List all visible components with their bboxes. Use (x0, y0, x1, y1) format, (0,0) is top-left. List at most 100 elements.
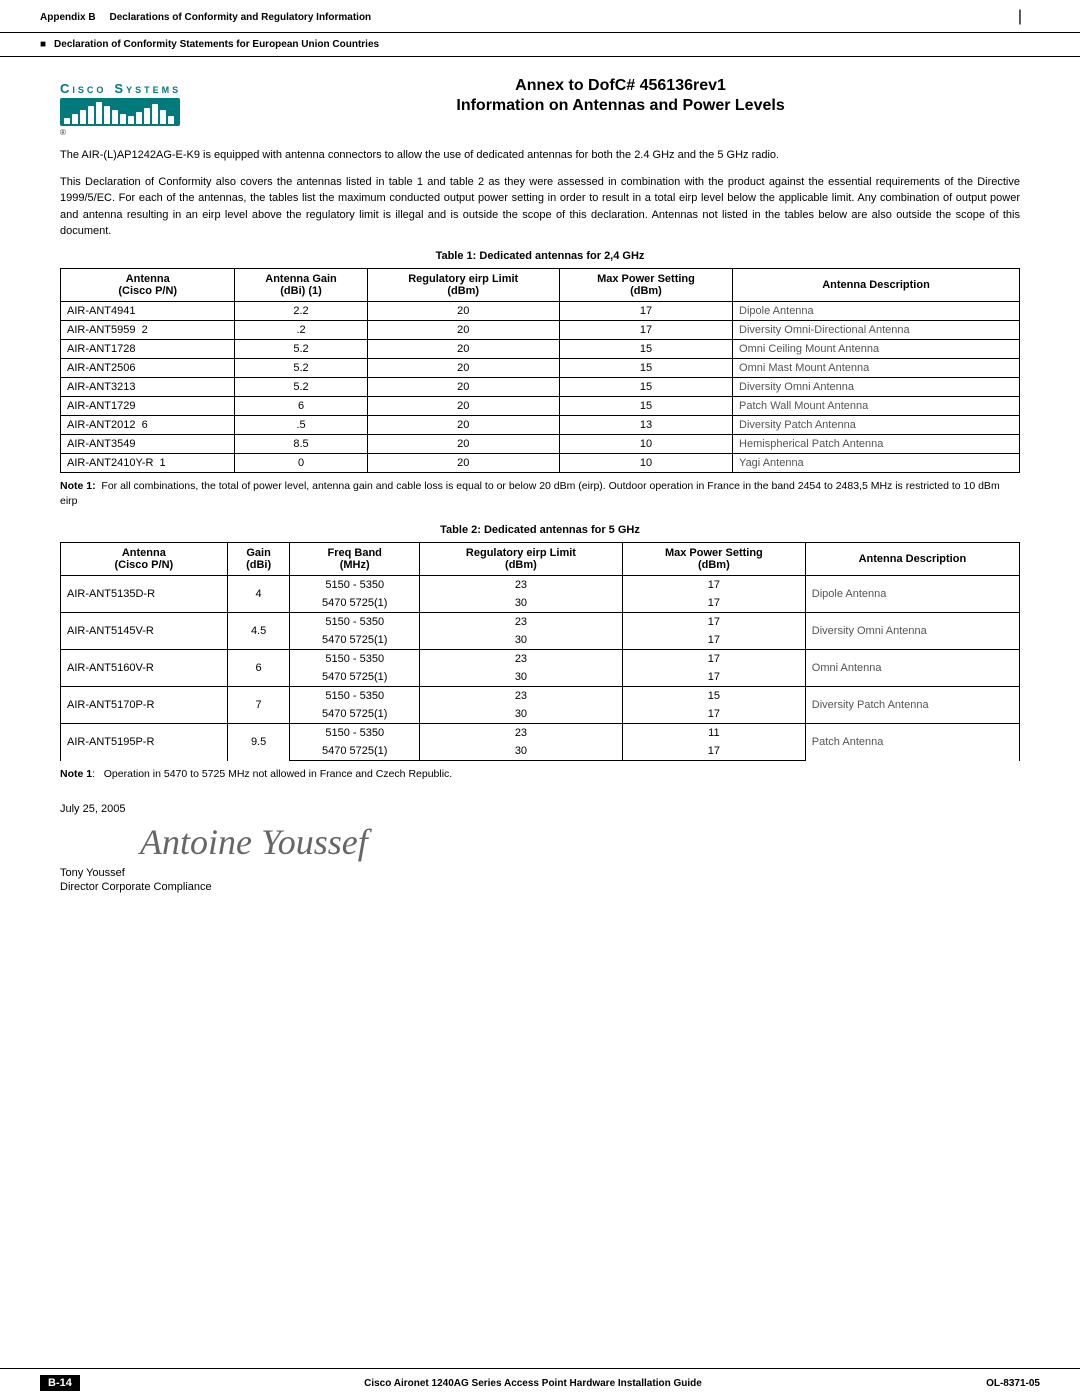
table2-band2: 5470 5725(1) (290, 631, 419, 650)
table2-maxpwr1: 17 (622, 650, 805, 669)
bar13 (160, 110, 166, 124)
table2-gain: 7 (227, 687, 290, 724)
table2-maxpwr2: 17 (622, 631, 805, 650)
annex-title: Annex to DofC# 456136rev1 Information on… (221, 77, 1020, 115)
table2-band2: 5470 5725(1) (290, 742, 419, 761)
signature-area: July 25, 2005 Antoine Youssef Tony Youss… (60, 803, 1020, 893)
table2-eirp1: 23 (419, 650, 622, 669)
table2-gain: 6 (227, 650, 290, 687)
table2-band1: 5150 - 5350 (290, 613, 419, 632)
footer-doc-id: OL-8371-05 (986, 1378, 1040, 1389)
table-row: AIR-ANT5195P-R 9.5 5150 - 5350 23 11 Pat… (61, 724, 1020, 743)
annex-line1: Annex to DofC# 456136rev1 (221, 77, 1020, 95)
table1-col5-header: Antenna Description (733, 268, 1020, 301)
bar4 (88, 106, 94, 124)
table1-gain: .5 (235, 415, 367, 434)
table2-col6-header: Antenna Description (805, 543, 1019, 576)
table-row: AIR-ANT1728 5.2 20 15 Omni Ceiling Mount… (61, 339, 1020, 358)
table1-eirp: 20 (367, 415, 559, 434)
table1-col4-header: Max Power Setting (dBm) (559, 268, 732, 301)
table2-band1: 5150 - 5350 (290, 687, 419, 706)
table2-band1: 5150 - 5350 (290, 724, 419, 743)
table2-col3-header: Freq Band (MHz) (290, 543, 419, 576)
table1-gain: .2 (235, 320, 367, 339)
table2-title: Table 2: Dedicated antennas for 5 GHz (60, 524, 1020, 536)
table2-eirp2: 30 (419, 668, 622, 687)
table1-gain: 0 (235, 453, 367, 472)
table2-gain: 4 (227, 576, 290, 613)
table2-maxpwr1: 15 (622, 687, 805, 706)
table2-maxpwr1: 17 (622, 576, 805, 595)
table2-col2-header: Gain (dBi) (227, 543, 290, 576)
table1-desc: Diversity Omni-Directional Antenna (733, 320, 1020, 339)
cisco-bars-graphic (60, 98, 180, 126)
bar9 (128, 116, 134, 124)
table1-gain: 2.2 (235, 301, 367, 320)
table1-eirp: 20 (367, 396, 559, 415)
table1-pn: AIR-ANT2506 (61, 358, 235, 377)
main-content: CISCO SYSTEMS (0, 57, 1080, 993)
bar14 (168, 116, 174, 124)
header-divider: | (1000, 8, 1040, 26)
table1-note: Note 1: For all combinations, the total … (60, 479, 1020, 511)
table1-pn: AIR-ANT3213 (61, 377, 235, 396)
table2-maxpwr2: 17 (622, 705, 805, 724)
table2-eirp2: 30 (419, 742, 622, 761)
table-row: AIR-ANT5160V-R 6 5150 - 5350 23 17 Omni … (61, 650, 1020, 669)
table2-desc: Dipole Antenna (805, 576, 1019, 613)
table-row: AIR-ANT4941 2.2 20 17 Dipole Antenna (61, 301, 1020, 320)
table1-pn: AIR-ANT2410Y-R 1 (61, 453, 235, 472)
table-row: AIR-ANT1729 6 20 15 Patch Wall Mount Ant… (61, 396, 1020, 415)
table2-pn: AIR-ANT5160V-R (61, 650, 228, 687)
table2-eirp2: 30 (419, 705, 622, 724)
table1-col1-header: Antenna (Cisco P/N) (61, 268, 235, 301)
cisco-header: CISCO SYSTEMS (60, 77, 1020, 137)
table1-gain: 6 (235, 396, 367, 415)
table1-eirp: 20 (367, 453, 559, 472)
table2-maxpwr2: 17 (622, 668, 805, 687)
table1-maxpwr: 10 (559, 434, 732, 453)
table1-desc: Patch Wall Mount Antenna (733, 396, 1020, 415)
table1-gain: 5.2 (235, 339, 367, 358)
cisco-logo: CISCO SYSTEMS (60, 81, 181, 137)
body-para1: The AIR-(L)AP1242AG-E-K9 is equipped wit… (60, 147, 1020, 164)
table1-title: Table 1: Dedicated antennas for 2,4 GHz (60, 250, 1020, 262)
table2-desc: Diversity Omni Antenna (805, 613, 1019, 650)
cisco-wordmark: CISCO SYSTEMS (60, 81, 181, 96)
table2-pn: AIR-ANT5135D-R (61, 576, 228, 613)
table1-desc: Diversity Patch Antenna (733, 415, 1020, 434)
sig-title: Director Corporate Compliance (60, 881, 1020, 893)
table-row: AIR-ANT5145V-R 4.5 5150 - 5350 23 17 Div… (61, 613, 1020, 632)
header-appendix: Appendix B Declarations of Conformity an… (40, 12, 371, 23)
systems-text: SYSTEMS (114, 81, 181, 96)
table2-eirp1: 23 (419, 687, 622, 706)
bar5 (96, 102, 102, 124)
table1-col2-header: Antenna Gain (dBi) (1) (235, 268, 367, 301)
table2: Antenna (Cisco P/N) Gain (dBi) Freq Band… (60, 542, 1020, 761)
table1-pn: AIR-ANT4941 (61, 301, 235, 320)
table2-desc: Patch Antenna (805, 724, 1019, 761)
table1-desc: Dipole Antenna (733, 301, 1020, 320)
table1-desc: Diversity Omni Antenna (733, 377, 1020, 396)
annex-line2: Information on Antennas and Power Levels (221, 97, 1020, 115)
table1-desc: Omni Mast Mount Antenna (733, 358, 1020, 377)
bar6 (104, 106, 110, 124)
bar12 (152, 104, 158, 124)
table2-col1-header: Antenna (Cisco P/N) (61, 543, 228, 576)
table2-band1: 5150 - 5350 (290, 576, 419, 595)
table2-col5-header: Max Power Setting (dBm) (622, 543, 805, 576)
table2-band2: 5470 5725(1) (290, 668, 419, 687)
page-footer: B-14 Cisco Aironet 1240AG Series Access … (0, 1368, 1080, 1397)
table1-eirp: 20 (367, 339, 559, 358)
table2-maxpwr2: 17 (622, 742, 805, 761)
table1-eirp: 20 (367, 358, 559, 377)
bar3 (80, 110, 86, 124)
bar7 (112, 110, 118, 124)
table1-maxpwr: 15 (559, 396, 732, 415)
table-row: AIR-ANT5135D-R 4 5150 - 5350 23 17 Dipol… (61, 576, 1020, 595)
table2-band2: 5470 5725(1) (290, 594, 419, 613)
table-row: AIR-ANT2506 5.2 20 15 Omni Mast Mount An… (61, 358, 1020, 377)
table-row: AIR-ANT2012 6 .5 20 13 Diversity Patch A… (61, 415, 1020, 434)
table1-eirp: 20 (367, 301, 559, 320)
table1-pn: AIR-ANT3549 (61, 434, 235, 453)
